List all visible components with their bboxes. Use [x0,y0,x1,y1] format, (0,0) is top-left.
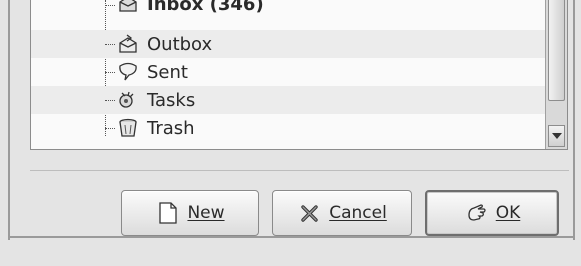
folder-item-sent[interactable]: Sent [71,58,545,86]
tree-branch [105,100,115,102]
chevron-down-icon [551,133,562,139]
tree-branch [105,44,115,46]
cancel-button-label: Cancel [329,203,387,223]
tree-branch [105,128,115,130]
folder-item-trash[interactable]: Trash [71,114,545,142]
dialog-separator [30,170,569,171]
outbox-icon [115,33,141,55]
new-document-icon [155,200,181,226]
inbox-icon [115,0,141,15]
trash-icon [115,117,141,139]
folder-label: Inbox (346) [147,0,264,15]
ok-hand-icon [464,200,490,226]
new-button-label: New [187,203,225,223]
folder-item-inbox[interactable]: Inbox (346) [71,0,545,18]
vertical-scrollbar[interactable] [545,0,567,149]
folder-label: Sent [147,61,188,83]
ok-button[interactable]: OK [425,190,559,236]
ok-button-label: OK [495,203,521,223]
folder-tree[interactable]: Inbox (346) Outbox Sent Tasks Trash [30,0,568,150]
scrollbar-thumb[interactable] [548,0,565,101]
scroll-down-button[interactable] [548,125,565,147]
folder-label: Trash [147,117,195,139]
cancel-button[interactable]: Cancel [272,190,412,236]
tree-branch [105,5,115,7]
folder-label: Outbox [147,33,213,55]
tree-branch [105,72,115,74]
folder-label: Tasks [147,89,196,111]
new-button[interactable]: New [121,190,259,236]
window-frame-left [8,0,10,240]
window-frame-right [573,0,575,240]
sent-icon [115,61,141,83]
folder-list: Inbox (346) Outbox Sent Tasks Trash [31,0,545,149]
window-frame-bottom [8,236,575,238]
tasks-icon [115,89,141,111]
cancel-icon [297,200,323,226]
